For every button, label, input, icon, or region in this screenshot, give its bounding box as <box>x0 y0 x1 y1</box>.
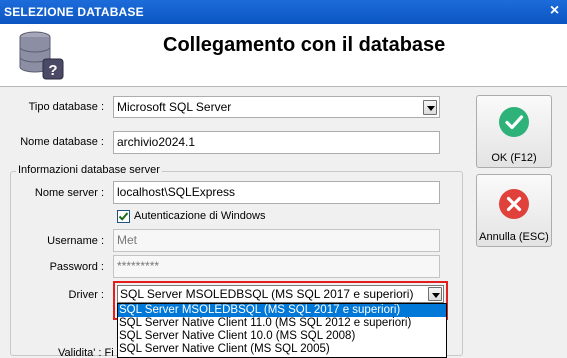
password-input[interactable]: ********* <box>113 255 440 278</box>
tipo-database-value: Microsoft SQL Server <box>117 100 232 114</box>
driver-selected-value: SQL Server MSOLEDBSQL (MS SQL 2017 e sup… <box>120 287 414 301</box>
title-bar: SELEZIONE DATABASE × <box>0 0 567 24</box>
driver-option[interactable]: SQL Server MSOLEDBSQL (MS SQL 2017 e sup… <box>118 304 446 317</box>
windows-auth-label: Autenticazione di Windows <box>134 210 266 222</box>
driver-dropdown-list: SQL Server MSOLEDBSQL (MS SQL 2017 e sup… <box>117 303 447 358</box>
driver-option[interactable]: SQL Server Native Client (MS SQL 2005) <box>118 343 446 356</box>
password-label: Password : <box>49 261 104 273</box>
nome-database-input[interactable]: archivio2024.1 <box>113 131 440 154</box>
driver-select[interactable]: SQL Server MSOLEDBSQL (MS SQL 2017 e sup… <box>117 285 444 303</box>
cross-icon <box>499 189 529 219</box>
driver-label: Driver : <box>68 289 104 301</box>
nome-server-label: Nome server : <box>34 187 104 199</box>
server-info-legend: Informazioni database server <box>16 164 162 176</box>
tipo-database-select[interactable]: Microsoft SQL Server <box>113 96 440 118</box>
ok-button[interactable]: OK (F12) <box>476 95 552 168</box>
username-input[interactable]: Met <box>113 229 440 252</box>
close-icon[interactable]: × <box>546 3 563 20</box>
check-icon <box>499 107 529 137</box>
database-help-icon: ? <box>19 31 64 80</box>
chevron-down-icon[interactable] <box>428 287 442 301</box>
window-title: SELEZIONE DATABASE <box>4 5 144 19</box>
chevron-down-icon[interactable] <box>423 100 437 115</box>
cancel-button-label: Annulla (ESC) <box>479 231 549 243</box>
cancel-button[interactable]: Annulla (ESC) <box>476 174 552 247</box>
svg-text:?: ? <box>48 62 57 79</box>
page-title: Collegamento con il database <box>163 34 446 56</box>
nome-server-input[interactable]: localhost\SQLExpress <box>113 181 440 204</box>
nome-database-label: Nome database : <box>20 136 104 148</box>
driver-option[interactable]: SQL Server Native Client 11.0 (MS SQL 20… <box>118 317 446 330</box>
driver-option[interactable]: SQL Server Native Client 10.0 (MS SQL 20… <box>118 330 446 343</box>
windows-auth-checkbox[interactable] <box>117 210 130 223</box>
check-mark-icon <box>118 212 129 221</box>
header-panel: ? Collegamento con il database <box>0 24 567 87</box>
tipo-database-label: Tipo database : <box>28 101 104 113</box>
username-label: Username : <box>47 235 104 247</box>
validity-text: Validita' : Fi <box>58 347 114 358</box>
ok-button-label: OK (F12) <box>491 152 537 164</box>
